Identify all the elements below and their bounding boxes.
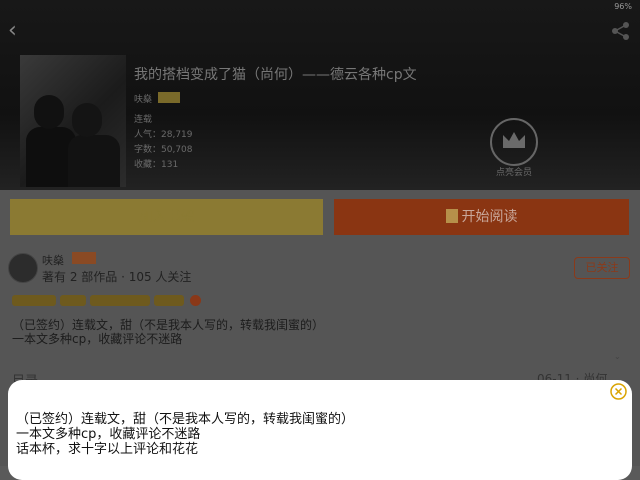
book-popularity: 人气：28,719 — [134, 130, 193, 140]
vip-label: 点亮会员 — [495, 168, 532, 178]
vip-button[interactable] — [490, 118, 538, 166]
popup-line: 一本文多种cp，收藏评论不迷路 — [16, 427, 201, 442]
book-status: 连载 — [134, 115, 153, 125]
book-description[interactable]: （已签约）连载文，甜（不是我本人写的，转载我闺蜜的） 一本文多种cp，收藏评论不… — [12, 318, 324, 346]
tag[interactable] — [154, 295, 184, 306]
author-stats: 著有 2 部作品 · 105 人关注 — [42, 270, 192, 284]
cover-figure — [68, 135, 120, 187]
follow-button[interactable]: 已关注 — [574, 257, 630, 279]
book-author[interactable]: 呋燊 — [134, 92, 152, 105]
cover-figure — [34, 95, 64, 129]
book-title: 我的搭档变成了猫（尚何）——德云各种cp文 — [134, 67, 417, 83]
popup-line: （已签约）连载文，甜（不是我本人写的，转载我闺蜜的） — [16, 412, 355, 427]
chevron-down-icon[interactable]: ⌄ — [614, 352, 621, 361]
tag[interactable] — [12, 295, 56, 306]
description-line: （已签约）连载文，甜（不是我本人写的，转载我闺蜜的） — [12, 318, 325, 332]
cover-figure — [72, 103, 102, 137]
tag[interactable] — [60, 295, 86, 306]
crown-icon — [503, 132, 525, 148]
book-favorites: 收藏：131 — [134, 160, 179, 170]
status-bar: 96% — [614, 2, 632, 11]
author-badge — [158, 92, 180, 103]
back-icon[interactable]: ‹ — [8, 20, 17, 42]
add-to-shelf-button[interactable]: 加入书架 — [10, 199, 323, 235]
book-icon — [445, 209, 458, 223]
author-name[interactable]: 呋燊 — [42, 252, 64, 268]
close-icon[interactable] — [610, 383, 627, 400]
popup-description: （已签约）连载文，甜（不是我本人写的，转载我闺蜜的） 一本文多种cp，收藏评论不… — [16, 412, 354, 457]
tag[interactable] — [90, 295, 150, 306]
description-line: 一本文多种cp，收藏评论不迷路 — [12, 332, 183, 346]
book-word-count: 字数：50,708 — [134, 145, 193, 155]
share-icon[interactable] — [610, 20, 632, 42]
avatar[interactable] — [8, 253, 38, 283]
start-reading-button[interactable]: 开始阅读 — [334, 199, 629, 235]
book-cover[interactable] — [20, 55, 126, 187]
author-tag — [72, 252, 96, 264]
popup-line: 话本杯，求十字以上评论和花花 — [16, 442, 199, 457]
start-reading-label: 开始阅读 — [461, 209, 518, 225]
more-tags-icon[interactable] — [190, 295, 201, 306]
